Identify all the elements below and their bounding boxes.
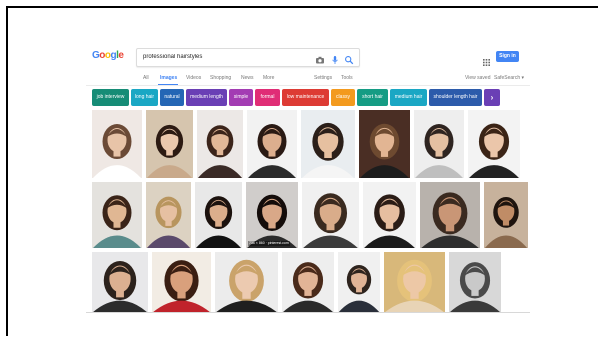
image-result[interactable] (338, 252, 380, 312)
image-result[interactable] (302, 182, 359, 248)
tab-news[interactable]: News (241, 73, 254, 83)
related-search-chip[interactable]: medium length (186, 89, 227, 106)
page-bottom-divider (86, 312, 530, 313)
related-search-chip[interactable]: low maintenance (282, 89, 329, 106)
related-search-chip[interactable]: shoulder length hair (429, 89, 482, 106)
tab-videos[interactable]: Videos (186, 73, 201, 83)
image-result[interactable] (420, 182, 480, 248)
image-result[interactable] (92, 252, 148, 312)
related-search-chip[interactable]: long hair (131, 89, 158, 106)
search-box[interactable] (136, 48, 360, 67)
microphone-icon[interactable] (330, 52, 340, 64)
image-result[interactable] (484, 182, 528, 248)
related-search-chip[interactable]: classy (331, 89, 355, 106)
image-result[interactable] (384, 252, 445, 312)
image-result[interactable]: 736 × 860 · pinterest.com (246, 182, 298, 248)
tab-shopping[interactable]: Shopping (210, 73, 231, 83)
camera-icon[interactable] (315, 52, 325, 64)
sign-in-button[interactable]: Sign in (496, 51, 519, 62)
tab-images[interactable]: Images (160, 73, 177, 83)
related-search-chip[interactable]: natural (160, 89, 184, 106)
image-result[interactable] (92, 110, 142, 178)
image-result[interactable] (363, 182, 416, 248)
image-result[interactable] (195, 182, 242, 248)
chips-next-button[interactable]: › (484, 89, 500, 106)
search-nav: All Images Videos Shopping News More Set… (86, 72, 530, 86)
google-images-page: Google Sign in All (86, 40, 530, 312)
google-logo[interactable]: Google (92, 49, 132, 63)
tools-link[interactable]: Tools (341, 73, 353, 83)
header: Google Sign in (86, 40, 530, 76)
settings-link[interactable]: Settings (314, 73, 332, 83)
image-result[interactable] (449, 252, 501, 312)
tab-more[interactable]: More (263, 73, 274, 83)
image-result[interactable] (359, 110, 410, 178)
related-search-chip[interactable]: job interview (92, 89, 129, 106)
image-result[interactable] (414, 110, 464, 178)
related-searches-chips: job interview long hair natural medium leng… (92, 89, 530, 106)
image-result[interactable] (146, 110, 193, 178)
image-result[interactable] (247, 110, 297, 178)
related-search-chip[interactable]: formal (255, 89, 280, 106)
nav-divider (86, 85, 530, 86)
search-input[interactable] (143, 51, 293, 63)
image-result[interactable] (468, 110, 520, 178)
related-search-chip[interactable]: short hair (357, 89, 388, 106)
image-result[interactable] (301, 110, 355, 178)
safesearch-toggle[interactable]: SafeSearch ▾ (494, 73, 524, 83)
image-results-grid: 736 × 860 · pinterest.com (92, 110, 530, 312)
image-result[interactable] (152, 252, 211, 312)
view-saved-link[interactable]: View saved (465, 73, 490, 83)
image-result[interactable] (197, 110, 243, 178)
image-result[interactable] (215, 252, 278, 312)
search-icon[interactable] (344, 52, 354, 65)
image-result[interactable] (146, 182, 191, 248)
tab-all[interactable]: All (143, 73, 149, 83)
image-result[interactable] (282, 252, 334, 312)
image-result[interactable] (92, 182, 142, 248)
image-caption: 736 × 860 · pinterest.com (248, 241, 290, 246)
related-search-chip[interactable]: medium hair (390, 89, 427, 106)
related-search-chip[interactable]: simple (229, 89, 253, 106)
apps-grid-icon[interactable] (483, 53, 490, 66)
